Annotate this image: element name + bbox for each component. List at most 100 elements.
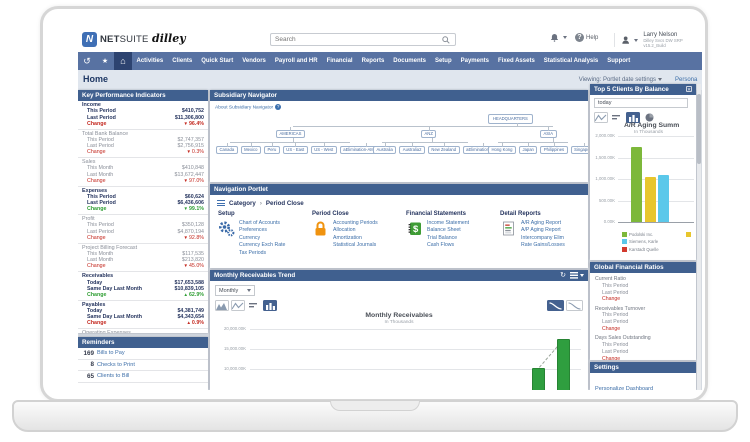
portlet-link[interactable]: Rate Gains/Losses: [521, 242, 565, 249]
netsuite-logo[interactable]: N NETNETSUITESUITE: [82, 32, 149, 47]
reminder-row[interactable]: 65 Clients to Bill: [78, 370, 208, 382]
nav-menu-item[interactable]: Reports: [362, 58, 385, 64]
close-icon[interactable]: ✕: [686, 86, 692, 92]
tree-node-root[interactable]: HEADQUARTERS: [488, 114, 533, 124]
nav-menu-item[interactable]: Activities: [137, 58, 164, 64]
ratio-name[interactable]: Current Ratio: [595, 276, 696, 283]
kpi-name[interactable]: Operating Expenses: [82, 330, 204, 333]
kpi-change-value[interactable]: 96.4%: [184, 121, 205, 127]
nav-menu-item[interactable]: Vendors: [242, 58, 266, 64]
notifications-button[interactable]: [550, 33, 567, 42]
tree-node-region[interactable]: ASIA: [540, 130, 557, 138]
receivables-bar[interactable]: [532, 368, 545, 390]
ratios-panel-header[interactable]: Global Financial Ratios: [590, 262, 696, 273]
nav-menu-item[interactable]: Payments: [461, 58, 489, 64]
kpi-change-value[interactable]: 99.1%: [184, 206, 205, 212]
search-input[interactable]: [270, 33, 456, 46]
portlet-link[interactable]: A/R Aging Report: [521, 220, 565, 227]
nav-menu-item[interactable]: Financial: [327, 58, 353, 64]
user-menu[interactable]: Larry Nelson Dilley Svcs DW SRP v15.2_Bu…: [614, 33, 702, 47]
ratio-name[interactable]: Days Sales Outstanding: [595, 335, 696, 342]
help-button[interactable]: ? Help: [575, 33, 598, 42]
line-chart-icon[interactable]: [231, 300, 245, 311]
portlet-link[interactable]: Currency: [239, 235, 285, 242]
tree-node-subsidiary[interactable]: Peru: [264, 146, 280, 154]
navigation-portlet-header[interactable]: Navigation Portlet: [210, 184, 588, 195]
tree-node-subsidiary[interactable]: Singapore: [571, 146, 588, 154]
breadcrumb-category[interactable]: Category: [229, 200, 256, 207]
portlet-link[interactable]: Cash Flows: [427, 242, 469, 249]
portlet-link[interactable]: Statistical Journals: [333, 242, 378, 249]
reminder-label[interactable]: Bills to Pay: [97, 350, 125, 356]
personalize-dashboard-link[interactable]: Personalize Dashboard: [595, 386, 653, 390]
monthly-panel-header[interactable]: Monthly Receivables Trend ↻: [210, 270, 588, 281]
nav-menu-item[interactable]: Support: [607, 58, 630, 64]
kpi-change-value[interactable]: 62.9%: [184, 292, 205, 298]
trend-curve-icon[interactable]: [566, 300, 583, 311]
date-input[interactable]: [594, 98, 688, 108]
area-chart-icon[interactable]: [215, 300, 229, 311]
portlet-link[interactable]: Accounting Periods: [333, 220, 378, 227]
reminder-label[interactable]: Clients to Bill: [97, 373, 129, 379]
kpi-change-value[interactable]: 92.8%: [184, 235, 205, 241]
tree-node-subsidiary[interactable]: US - East: [283, 146, 308, 154]
portlet-date-settings-dropdown[interactable]: Viewing: Portlet date settings: [579, 77, 662, 83]
portlet-link[interactable]: Amortization: [333, 235, 378, 242]
period-select[interactable]: Monthly: [215, 285, 255, 296]
tree-node-subsidiary[interactable]: Philippines: [540, 146, 567, 154]
portlet-link[interactable]: Balance Sheet: [427, 227, 469, 234]
tree-node-subsidiary[interactable]: Australia: [373, 146, 396, 154]
portlet-link[interactable]: Income Statement: [427, 220, 469, 227]
kpi-change-value[interactable]: 0.9%: [186, 320, 204, 326]
portlet-link[interactable]: Currency Exch Rate: [239, 242, 285, 249]
search-icon[interactable]: [442, 36, 450, 44]
kpi-change-value[interactable]: 0.3%: [186, 149, 204, 155]
scrollbar-thumb[interactable]: [697, 94, 701, 164]
nav-menu-item[interactable]: Statistical Analysis: [544, 58, 598, 64]
nav-menu-item[interactable]: Fixed Assets: [498, 58, 535, 64]
trend-curve-selected-icon[interactable]: [547, 300, 564, 311]
recent-history-button[interactable]: ↺: [78, 52, 96, 70]
reminder-row[interactable]: 8 Checks to Print: [78, 359, 208, 371]
tree-node-region[interactable]: AMERICAS: [276, 130, 305, 138]
nav-menu-item[interactable]: Clients: [172, 58, 192, 64]
tree-node-subsidiary[interactable]: Canada: [216, 146, 238, 154]
receivables-bar[interactable]: [557, 339, 570, 390]
subsidiary-panel-header[interactable]: Subsidiary Navigator: [210, 90, 588, 101]
tree-node-subsidiary[interactable]: New Zealand: [428, 146, 460, 154]
about-subsidiary-link[interactable]: About Subsidiary Navigator?: [215, 104, 281, 110]
aging-bar[interactable]: [658, 175, 669, 222]
vertical-scrollbar[interactable]: [697, 84, 701, 390]
reminders-panel-header[interactable]: Reminders: [78, 337, 208, 348]
home-tab[interactable]: ⌂: [114, 52, 132, 70]
kpi-change-value[interactable]: 97.0%: [184, 178, 205, 184]
tree-node-region[interactable]: ANZ: [421, 130, 436, 138]
nav-menu-item[interactable]: Documents: [393, 58, 426, 64]
top5-panel-header[interactable]: Top 5 Clients By Balance ✕: [590, 84, 696, 95]
portlet-link[interactable]: Chart of Accounts: [239, 220, 285, 227]
reminder-label[interactable]: Checks to Print: [97, 362, 135, 368]
aging-bar[interactable]: [631, 147, 642, 222]
tree-node-subsidiary[interactable]: Japan: [519, 146, 537, 154]
bar-chart-icon[interactable]: [263, 300, 277, 311]
portlet-link[interactable]: Allocation: [333, 227, 378, 234]
tree-node-subsidiary[interactable]: Australia2: [399, 146, 425, 154]
shortcuts-button[interactable]: ★: [96, 52, 114, 70]
ratio-name[interactable]: Receivables Turnover: [595, 306, 696, 313]
kpi-change-value[interactable]: 45.0%: [184, 263, 205, 269]
trend-lines-icon[interactable]: [247, 300, 261, 311]
refresh-icon[interactable]: ↻: [560, 272, 566, 279]
line-chart-icon[interactable]: [594, 112, 608, 123]
tree-node-subsidiary[interactable]: Mexico: [241, 146, 261, 154]
nav-menu-item[interactable]: Quick Start: [201, 58, 233, 64]
category-menu-icon[interactable]: [217, 199, 225, 208]
settings-panel-header[interactable]: Settings: [590, 362, 696, 373]
reminder-row[interactable]: 169 Bills to Pay: [78, 348, 208, 359]
portlet-link[interactable]: A/P Aging Report: [521, 227, 565, 234]
trend-lines-icon[interactable]: [610, 112, 624, 123]
nav-menu-item[interactable]: Setup: [435, 58, 452, 64]
tree-node-subsidiary[interactable]: Hong Kong: [488, 146, 516, 154]
portlet-link[interactable]: Tax Periods: [239, 250, 285, 257]
tree-node-subsidiary[interactable]: US - West: [311, 146, 337, 154]
personalize-link[interactable]: Persona: [675, 77, 697, 83]
